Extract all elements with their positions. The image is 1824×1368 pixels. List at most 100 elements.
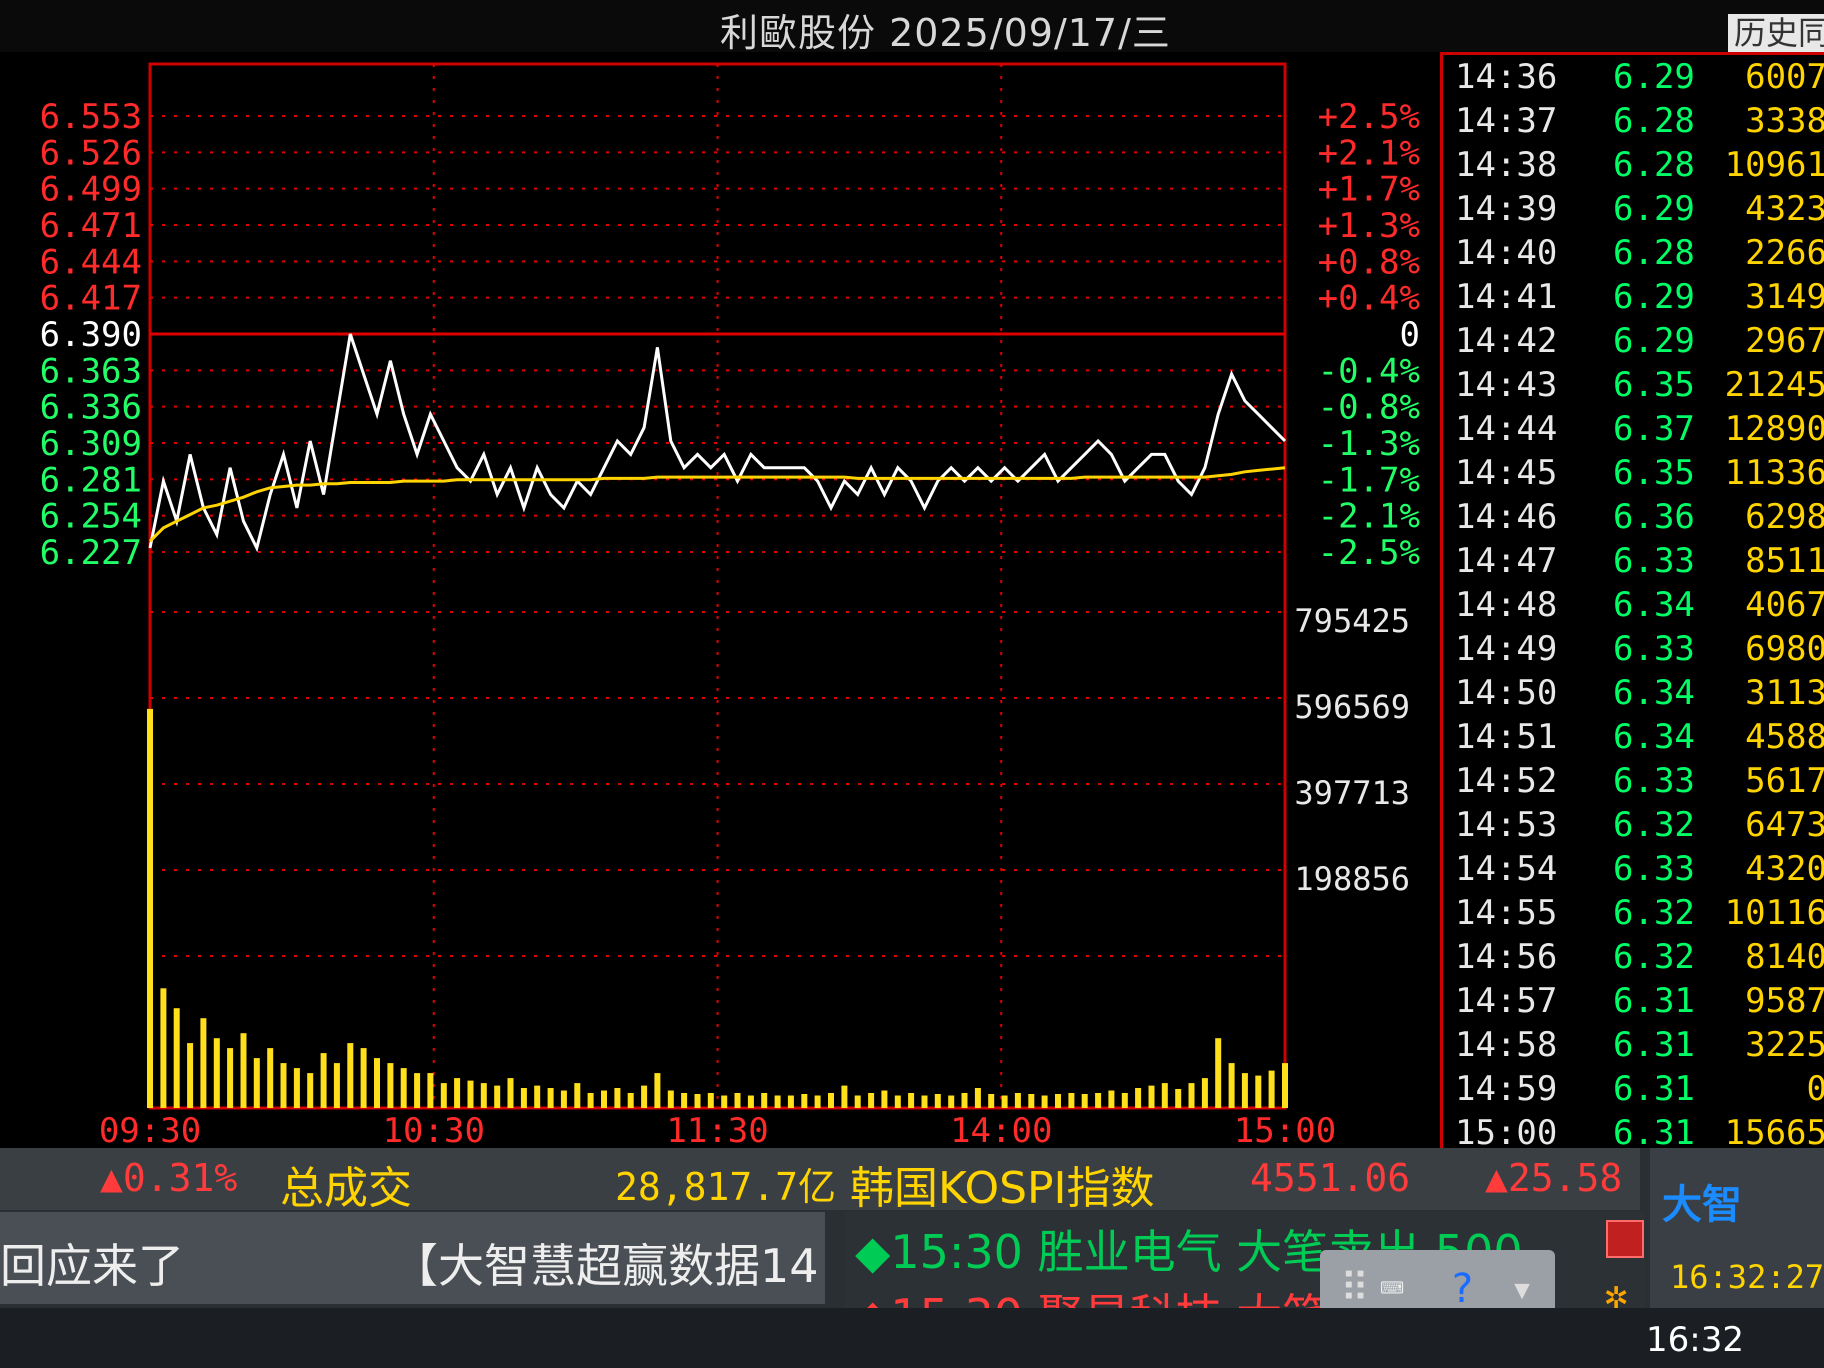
history-tab[interactable]: 历史同 bbox=[1728, 14, 1824, 52]
volume-bar bbox=[1201, 1078, 1208, 1108]
volume-bar bbox=[721, 1095, 728, 1108]
pct-tick-label: -1.7% bbox=[1318, 460, 1420, 500]
tick-price: 6.32 bbox=[1613, 893, 1695, 933]
volume-bar bbox=[1161, 1083, 1168, 1108]
volume-bar bbox=[494, 1085, 501, 1108]
tick-volume: 3338 bbox=[1745, 101, 1824, 141]
volume-bar bbox=[667, 1090, 674, 1108]
tick-time: 14:52 bbox=[1455, 761, 1558, 801]
volume-bar bbox=[707, 1093, 714, 1108]
tick-time: 14:41 bbox=[1455, 277, 1558, 317]
tick-list[interactable]: 14:36 6.29 6007 14:37 6.28 3338 14:38 6.28 10961… bbox=[1440, 55, 1824, 1155]
price-tick-label: 6.553 bbox=[40, 97, 142, 137]
pct-tick-label: +1.3% bbox=[1318, 206, 1420, 246]
volume-bar bbox=[841, 1085, 848, 1108]
price-axis-left: 6.5536.5266.4996.4716.4446.4176.3906.363… bbox=[40, 97, 142, 573]
help-icon[interactable]: ? bbox=[1450, 1266, 1474, 1312]
volume-bar bbox=[507, 1078, 514, 1108]
tick-volume: 6473 bbox=[1745, 805, 1824, 845]
ticker-index-name: 韩国KOSPI指数 bbox=[850, 1163, 1155, 1214]
volume-bar bbox=[801, 1094, 808, 1108]
tick-price: 6.34 bbox=[1613, 717, 1695, 757]
volume-bar bbox=[761, 1093, 768, 1108]
price-tick-label: 6.254 bbox=[40, 497, 142, 537]
tick-row: 14:57 6.31 9587 bbox=[1443, 981, 1824, 1025]
tick-volume: 9587 bbox=[1745, 981, 1824, 1021]
pct-tick-label: +0.8% bbox=[1318, 242, 1420, 282]
ticker-index-value: 4551.06 bbox=[1250, 1156, 1411, 1200]
bottom-panel: ▲0.31% 总成交 28,817.7亿 韩国KOSPI指数 4551.06 ▲… bbox=[0, 1148, 1824, 1368]
tick-row: 14:55 6.32 10116 bbox=[1443, 893, 1824, 937]
tick-row: 14:49 6.33 6980 bbox=[1443, 629, 1824, 673]
volume-bar bbox=[787, 1095, 794, 1108]
tick-time: 14:36 bbox=[1455, 57, 1558, 97]
volume-bar bbox=[560, 1090, 567, 1108]
volume-bar bbox=[1215, 1038, 1222, 1108]
volume-bar bbox=[894, 1095, 901, 1108]
tick-time: 14:45 bbox=[1455, 453, 1558, 493]
pct-tick-label: -2.5% bbox=[1318, 533, 1420, 573]
volume-bar bbox=[374, 1058, 380, 1108]
tick-volume: 6980 bbox=[1745, 629, 1824, 669]
tick-price: 6.28 bbox=[1613, 233, 1695, 273]
tick-volume: 8511 bbox=[1745, 541, 1824, 581]
tick-volume: 5617 bbox=[1745, 761, 1824, 801]
volume-bar bbox=[1255, 1075, 1262, 1108]
tick-row: 14:58 6.31 3225 bbox=[1443, 1025, 1824, 1069]
price-tick-label: 6.281 bbox=[40, 460, 142, 500]
taskbar-clock[interactable]: 16:32 bbox=[1646, 1320, 1744, 1360]
volume-bar bbox=[160, 988, 167, 1108]
volume-bar bbox=[1028, 1094, 1035, 1108]
tick-row: 14:59 6.31 0 bbox=[1443, 1069, 1824, 1113]
market-ticker[interactable]: ▲0.31% 总成交 28,817.7亿 韩国KOSPI指数 4551.06 ▲… bbox=[0, 1148, 1640, 1214]
volume-bar bbox=[387, 1063, 394, 1108]
volume-bar bbox=[1108, 1090, 1115, 1108]
volume-bar bbox=[908, 1093, 915, 1108]
volume-bar bbox=[641, 1085, 648, 1108]
volume-bar bbox=[734, 1093, 741, 1108]
logo-panel: ✲ 大智 16:32:27 bbox=[1604, 1148, 1824, 1318]
taskbar: 16:32 bbox=[0, 1308, 1824, 1368]
chevron-down-icon[interactable]: ▾ bbox=[1510, 1266, 1534, 1312]
price-tick-label: 6.471 bbox=[40, 206, 142, 246]
tick-row: 14:42 6.29 2967 bbox=[1443, 321, 1824, 365]
volume-bar bbox=[988, 1094, 995, 1108]
tick-volume: 3149 bbox=[1745, 277, 1824, 317]
news-panel-left[interactable]: 回应来了 【大智慧超赢数据14 bbox=[0, 1212, 825, 1304]
grid-icon[interactable] bbox=[1606, 1220, 1644, 1258]
volume-bar bbox=[1228, 1063, 1235, 1108]
tick-price: 6.32 bbox=[1613, 805, 1695, 845]
news-left-1: 回应来了 bbox=[0, 1239, 184, 1293]
volume-bar bbox=[400, 1068, 407, 1108]
tick-volume: 8140 bbox=[1745, 937, 1824, 977]
volume-bar bbox=[1148, 1085, 1155, 1108]
volume-bar bbox=[1095, 1093, 1102, 1108]
tick-price: 6.29 bbox=[1613, 321, 1695, 361]
volume-bar bbox=[1121, 1093, 1128, 1108]
tick-volume: 10116 bbox=[1724, 893, 1824, 933]
volume-bar bbox=[881, 1090, 888, 1108]
volume-bar bbox=[614, 1088, 621, 1108]
price-tick-label: 6.227 bbox=[40, 533, 142, 573]
volume-bar bbox=[253, 1058, 260, 1108]
volume-bar bbox=[187, 1043, 194, 1108]
volume-bar bbox=[854, 1095, 861, 1108]
tick-price: 6.33 bbox=[1613, 849, 1695, 889]
volume-bar bbox=[1001, 1095, 1008, 1108]
title-bar: 利歐股份 2025/09/17/三 历史同 bbox=[0, 0, 1824, 55]
volume-bar bbox=[307, 1073, 314, 1108]
volume-bar bbox=[173, 1008, 180, 1108]
tick-time: 14:43 bbox=[1455, 365, 1558, 405]
tick-time: 14:57 bbox=[1455, 981, 1558, 1021]
pct-tick-label: -0.8% bbox=[1318, 388, 1420, 428]
volume-bar bbox=[1068, 1093, 1075, 1108]
volume-bar bbox=[520, 1088, 527, 1108]
price-tick-label: 6.499 bbox=[40, 170, 142, 210]
time-tick-label: 09:30 bbox=[99, 1111, 201, 1148]
keyboard-icon[interactable]: ⌨ bbox=[1380, 1266, 1404, 1312]
volume-bar bbox=[1041, 1095, 1048, 1108]
tick-price: 6.31 bbox=[1613, 1025, 1695, 1065]
volume-bar bbox=[654, 1073, 661, 1108]
tick-time: 14:38 bbox=[1455, 145, 1558, 185]
tick-time: 14:50 bbox=[1455, 673, 1558, 713]
